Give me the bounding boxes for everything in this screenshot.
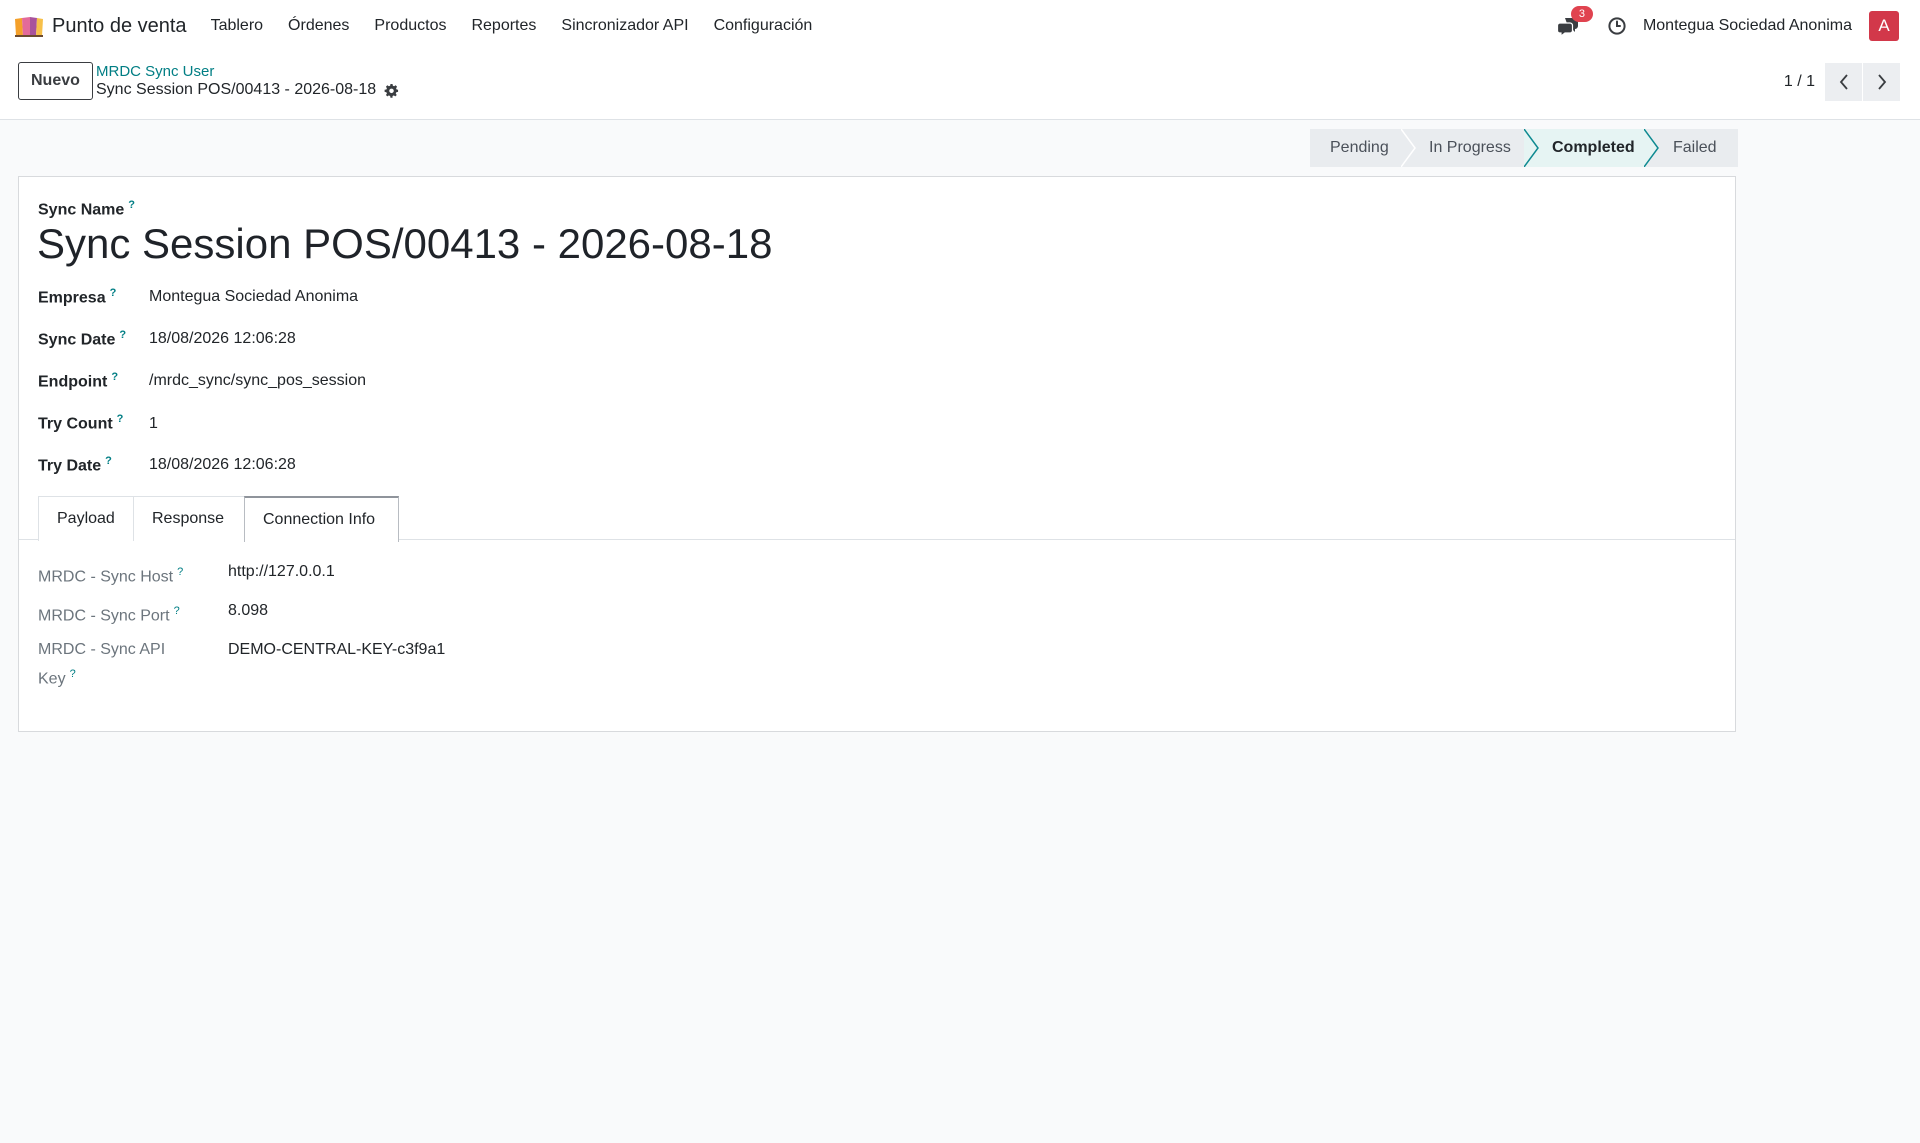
field-value-try-count[interactable]: 1 <box>149 415 158 433</box>
help-tooltip-icon[interactable]: ? <box>177 566 183 578</box>
field-label-endpoint: Endpoint? <box>38 371 118 391</box>
help-tooltip-icon[interactable]: ? <box>111 371 118 383</box>
stage-in-progress[interactable]: In Progress <box>1403 129 1539 167</box>
conn-label-sync-port-text: MRDC - Sync Port <box>38 607 170 625</box>
stage-in-progress-label: In Progress <box>1429 139 1511 156</box>
stage-pending-label: Pending <box>1330 139 1389 156</box>
field-value-sync-date[interactable]: 18/08/2026 12:06:28 <box>149 330 296 348</box>
conn-label-sync-api-key-line2: Key <box>38 670 66 688</box>
stage-separator <box>1644 129 1659 167</box>
stage-completed[interactable]: Completed <box>1526 129 1659 167</box>
conn-label-sync-host-text: MRDC - Sync Host <box>38 568 174 586</box>
field-value-try-date[interactable]: 18/08/2026 12:06:28 <box>149 456 296 474</box>
menu-item-tablero[interactable]: Tablero <box>211 17 263 35</box>
sync-name-value[interactable]: Sync Session POS/00413 - 2026-08-18 <box>37 220 772 268</box>
field-label-try-date-text: Try Date <box>38 457 102 475</box>
help-tooltip-icon[interactable]: ? <box>174 605 180 617</box>
help-tooltip-icon[interactable]: ? <box>110 287 117 299</box>
menu-item-configuracion[interactable]: Configuración <box>714 17 813 35</box>
field-label-endpoint-text: Endpoint <box>38 373 108 391</box>
tab-payload[interactable]: Payload <box>38 496 134 541</box>
field-label-sync-date-text: Sync Date <box>38 331 116 349</box>
company-switcher[interactable]: Montegua Sociedad Anonima <box>1643 17 1852 35</box>
app-brand[interactable]: Punto de venta <box>14 15 187 38</box>
main-menu: Tablero Órdenes Productos Reportes Sincr… <box>211 17 838 35</box>
menu-item-productos[interactable]: Productos <box>374 17 446 35</box>
breadcrumb-parent-link[interactable]: MRDC Sync User <box>96 63 214 80</box>
control-panel: Nuevo MRDC Sync User Sync Session POS/00… <box>0 52 1920 120</box>
stage-separator <box>1524 129 1539 167</box>
pager-previous-button[interactable] <box>1825 63 1862 101</box>
menu-item-reportes[interactable]: Reportes <box>471 17 536 35</box>
field-label-try-count-text: Try Count <box>38 415 113 433</box>
tab-connection-info[interactable]: Connection Info <box>244 496 399 542</box>
conn-label-sync-api-key: MRDC - Sync API Key? <box>38 638 165 691</box>
field-value-endpoint[interactable]: /mrdc_sync/sync_pos_session <box>149 372 366 390</box>
conn-label-sync-port: MRDC - Sync Port? <box>38 599 180 628</box>
messages-button[interactable]: 3 <box>1556 6 1593 38</box>
help-tooltip-icon[interactable]: ? <box>117 413 124 425</box>
conn-value-sync-host[interactable]: http://127.0.0.1 <box>228 563 335 581</box>
pager-value[interactable]: 1 / 1 <box>1784 73 1815 91</box>
field-label-empresa-text: Empresa <box>38 289 106 307</box>
help-tooltip-icon[interactable]: ? <box>70 668 76 680</box>
field-label-empresa: Empresa? <box>38 287 116 307</box>
conn-value-sync-api-key[interactable]: DEMO-CENTRAL-KEY-c3f9a1 <box>228 641 445 659</box>
field-value-empresa[interactable]: Montegua Sociedad Anonima <box>149 288 358 306</box>
help-tooltip-icon[interactable]: ? <box>105 455 112 467</box>
navbar-systray: 3 Montegua Sociedad Anonima A <box>1556 0 1920 52</box>
stage-completed-label: Completed <box>1552 139 1635 156</box>
field-label-try-date: Try Date? <box>38 455 112 475</box>
menu-item-sincronizador-api[interactable]: Sincronizador API <box>561 17 688 35</box>
field-label-sync-date: Sync Date? <box>38 329 126 349</box>
menu-item-ordenes[interactable]: Órdenes <box>288 17 349 35</box>
pager-next-button[interactable] <box>1863 63 1900 101</box>
record-pager: 1 / 1 <box>1784 63 1900 101</box>
user-avatar[interactable]: A <box>1869 11 1899 41</box>
conn-label-sync-host: MRDC - Sync Host? <box>38 560 183 589</box>
status-bar: Pending In Progress Completed Failed <box>1310 129 1738 167</box>
form-sheet: Sync Name? Sync Session POS/00413 - 2026… <box>18 176 1736 732</box>
help-tooltip-icon[interactable]: ? <box>119 329 126 341</box>
stage-pending[interactable]: Pending <box>1310 129 1416 167</box>
sync-name-label-text: Sync Name <box>38 201 125 219</box>
stage-failed-label: Failed <box>1673 139 1717 156</box>
tab-response[interactable]: Response <box>133 496 245 541</box>
field-label-try-count: Try Count? <box>38 413 123 433</box>
stage-separator <box>1401 129 1416 167</box>
app-name: Punto de venta <box>52 14 187 37</box>
conn-label-sync-api-key-line1: MRDC - Sync API <box>38 641 166 658</box>
breadcrumb-current-label: Sync Session POS/00413 - 2026-08-18 <box>96 81 377 98</box>
gear-icon[interactable] <box>384 83 399 98</box>
top-navbar: Punto de venta Tablero Órdenes Productos… <box>0 0 1920 52</box>
notebook-tabs: Payload Response Connection Info <box>19 496 1735 542</box>
clock-icon[interactable] <box>1607 16 1627 36</box>
sync-name-label: Sync Name? <box>38 199 135 219</box>
conn-value-sync-port[interactable]: 8.098 <box>228 602 268 620</box>
app-logo-icon <box>15 17 43 37</box>
chevron-right-icon <box>1877 74 1886 90</box>
chevron-left-icon <box>1839 74 1848 90</box>
messages-count-badge: 3 <box>1570 6 1593 22</box>
new-button[interactable]: Nuevo <box>18 62 93 100</box>
breadcrumb-current: Sync Session POS/00413 - 2026-08-18 <box>96 81 399 99</box>
help-tooltip-icon[interactable]: ? <box>128 199 135 211</box>
